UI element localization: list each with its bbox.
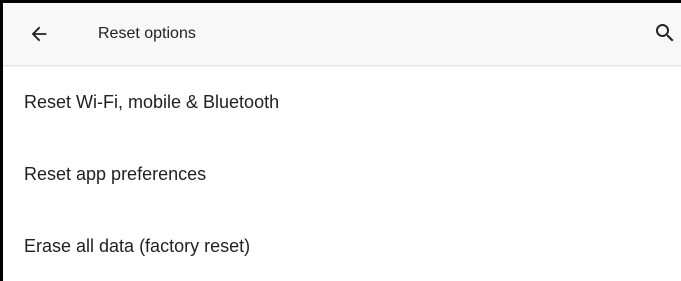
arrow-back-icon [31, 26, 47, 42]
list-item-label: Erase all data (factory reset) [24, 236, 251, 256]
search-button[interactable] [653, 16, 681, 50]
reset-options-list: Reset Wi-Fi, mobile & Bluetooth Reset ap… [3, 66, 681, 281]
page-title: Reset options [98, 25, 196, 42]
back-button[interactable] [22, 17, 56, 51]
list-item-erase-all-data[interactable]: Erase all data (factory reset) [3, 210, 681, 281]
list-item-label: Reset app preferences [24, 164, 207, 184]
search-icon [656, 24, 674, 42]
list-item-reset-app-preferences[interactable]: Reset app preferences [3, 138, 681, 210]
app-toolbar: Reset options [3, 3, 681, 66]
list-item-reset-wifi-mobile-bluetooth[interactable]: Reset Wi-Fi, mobile & Bluetooth [3, 66, 681, 138]
reset-options-screen: Reset options Reset Wi-Fi, mobile & Blue… [0, 0, 681, 281]
list-item-label: Reset Wi-Fi, mobile & Bluetooth [24, 92, 280, 112]
